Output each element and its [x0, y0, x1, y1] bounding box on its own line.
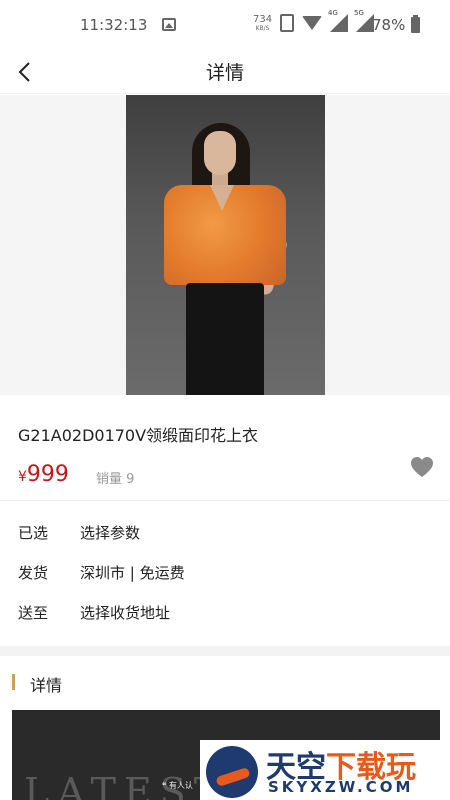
currency-symbol: ¥	[18, 469, 27, 485]
price-value: 999	[26, 462, 69, 487]
network-speed-unit: KB/S	[255, 25, 270, 32]
selection-row[interactable]: 已选 选择参数	[0, 512, 450, 552]
shipping-row[interactable]: 发货 深圳市 | 免运费	[0, 552, 450, 592]
image-notification-icon	[162, 18, 176, 31]
signal-4g-icon: 4G	[328, 9, 348, 32]
vibrate-icon	[280, 14, 294, 32]
deliver-to-label: 送至	[18, 604, 49, 622]
selection-label: 已选	[18, 524, 49, 542]
battery-percent: 78%	[372, 16, 406, 34]
product-price: ¥999	[18, 462, 69, 487]
site-watermark: 天空下载玩 SKYXZW.COM	[200, 740, 450, 800]
detail-image-caption: ❝ 有人认	[162, 781, 193, 790]
watermark-domain: SKYXZW.COM	[268, 778, 414, 796]
details-section-header: 详情	[0, 664, 450, 700]
product-photo[interactable]	[126, 95, 325, 395]
battery-icon	[411, 15, 420, 33]
deliver-to-value: 选择收货地址	[80, 604, 171, 622]
status-bar: 11:32:13 734 KB/S 4G 5G 78%	[0, 0, 450, 50]
network-speed: 734 KB/S	[253, 15, 272, 33]
product-image-carousel[interactable]	[0, 95, 450, 395]
watermark-logo-icon	[206, 746, 258, 798]
heart-favorite-icon[interactable]	[410, 456, 434, 478]
section-accent-bar	[12, 674, 15, 690]
detail-image-text: LATEST	[24, 770, 228, 800]
section-separator	[0, 646, 450, 656]
divider	[0, 500, 450, 501]
nav-bar: 详情	[0, 50, 450, 94]
status-time: 11:32:13	[80, 16, 148, 34]
deliver-to-row[interactable]: 送至 选择收货地址	[0, 592, 450, 632]
shipping-value: 深圳市 | 免运费	[80, 564, 185, 582]
sales-count: 销量 9	[96, 472, 135, 487]
wifi-icon	[302, 16, 322, 30]
page-title: 详情	[205, 62, 244, 84]
status-icons: 4G 5G	[280, 9, 374, 32]
shipping-label: 发货	[18, 564, 49, 582]
product-title: G21A02D0170V领缎面印花上衣	[18, 426, 259, 445]
details-section-title: 详情	[30, 676, 63, 695]
selection-value: 选择参数	[80, 524, 141, 542]
